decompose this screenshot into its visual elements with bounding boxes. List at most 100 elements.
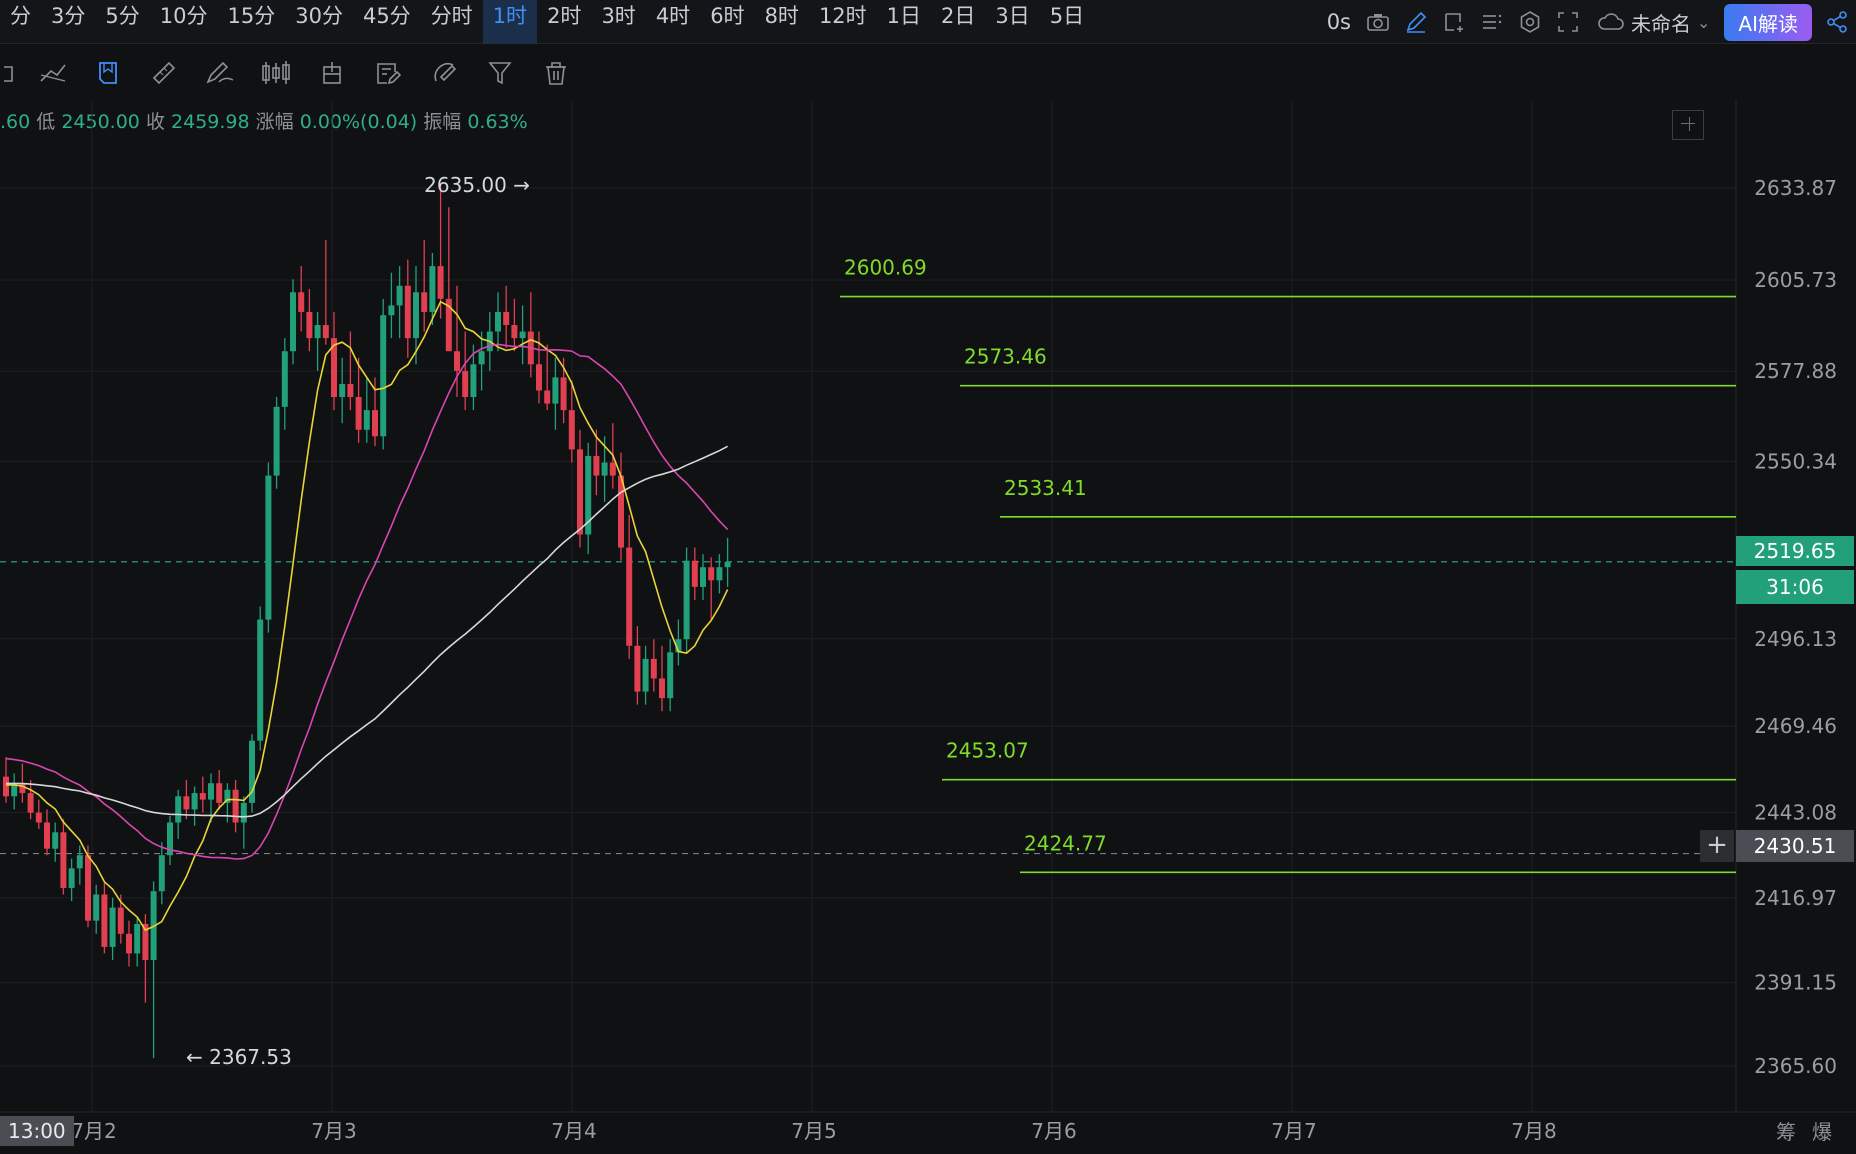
candle-body-50: [413, 292, 419, 339]
candle-body-51: [421, 292, 428, 312]
candle-body-35: [290, 292, 296, 352]
x-tick-label-2: 7月4: [551, 1119, 596, 1143]
add-alert-icon[interactable]: +: [1700, 830, 1734, 862]
candle-body-15: [126, 933, 132, 954]
candle-body-74: [609, 462, 616, 476]
candle-body-58: [478, 351, 485, 365]
candle-body-44: [363, 410, 370, 430]
x-tick-label-4: 7月6: [1031, 1119, 1076, 1143]
candle-body-80: [659, 678, 665, 699]
low-marker-label: ← 2367.53: [186, 1045, 292, 1069]
candle-body-46: [380, 315, 387, 437]
candle-body-78: [642, 658, 649, 692]
y-tick-label-5: 2469.46: [1754, 714, 1837, 738]
y-tick-label-3: 2550.34: [1754, 449, 1837, 473]
x-tick-label-5: 7月7: [1271, 1119, 1316, 1143]
level-label-4: 2424.77: [1024, 831, 1107, 855]
candle-body-86: [708, 567, 715, 581]
candle-body-73: [601, 462, 608, 476]
candle-body-72: [593, 455, 600, 476]
candle-body-19: [158, 855, 165, 892]
candle-body-42: [347, 383, 354, 398]
candle-body-70: [577, 449, 583, 535]
candle-body-10: [85, 855, 91, 921]
y-tick-label-7: 2416.97: [1754, 886, 1837, 910]
bar-countdown-tag: 31:06: [1736, 570, 1854, 604]
candle-body-88: [724, 561, 731, 568]
y-tick-label-4: 2496.13: [1754, 627, 1837, 651]
x-tick-label-3: 7月5: [791, 1119, 836, 1143]
price-chart[interactable]: 2633.87 2605.73 2577.88 2550.34 2496.13 2469.…: [0, 0, 1856, 1154]
candle-body-38: [314, 325, 321, 339]
candle-body-36: [298, 292, 305, 312]
y-tick-label-6: 2443.08: [1754, 800, 1837, 824]
candle-body-9: [76, 855, 83, 869]
candle-body-21: [175, 796, 182, 823]
candle-body-79: [650, 658, 657, 679]
candle-body-4: [35, 812, 42, 823]
y-tick-label-9: 2365.60: [1754, 1054, 1837, 1078]
candle-body-62: [511, 325, 518, 339]
level-label-1: 2573.46: [964, 345, 1047, 369]
x-tick-label-6: 7月8: [1511, 1119, 1556, 1143]
level-label-0: 2600.69: [844, 256, 927, 280]
y-tick-label-0: 2633.87: [1754, 176, 1837, 200]
candle-body-69: [568, 410, 575, 450]
candle-body-41: [339, 383, 346, 398]
y-tick-label-2: 2577.88: [1754, 359, 1837, 383]
candle-body-33: [273, 406, 280, 476]
candle-body-32: [265, 475, 272, 620]
candle-body-81: [667, 652, 674, 699]
bottom-right-labels: 筹爆: [1776, 1120, 1848, 1144]
x-tick-label-1: 7月3: [311, 1119, 356, 1143]
candle-body-48: [396, 285, 403, 306]
candle-body-65: [536, 364, 542, 391]
candle-body-28: [232, 789, 239, 823]
candle-body-43: [355, 397, 362, 430]
high-marker-label: 2635.00 →: [424, 173, 530, 197]
candle-body-60: [495, 311, 501, 332]
candle-body-37: [306, 311, 313, 339]
level-label-3: 2453.07: [946, 739, 1029, 763]
candle-body-6: [52, 832, 59, 849]
candle-body-57: [470, 364, 477, 398]
candle-body-5: [44, 822, 50, 849]
candle-body-85: [700, 567, 706, 587]
candle-body-67: [552, 377, 559, 404]
candle-body-55: [454, 351, 460, 371]
candle-body-63: [519, 331, 526, 339]
candle-body-3: [27, 793, 34, 813]
candle-body-25: [208, 783, 214, 800]
candle-body-49: [404, 285, 411, 339]
y-tick-label-8: 2391.15: [1754, 970, 1837, 994]
candle-body-84: [691, 560, 698, 587]
candle-body-16: [134, 923, 141, 954]
level-label-2: 2533.41: [1004, 476, 1087, 500]
candle-body-14: [117, 907, 124, 934]
candle-body-0: [3, 776, 9, 797]
candle-body-53: [437, 266, 444, 299]
candle-body-87: [716, 567, 723, 581]
crosshair-price-tag: 2430.51: [1736, 830, 1854, 862]
candle-body-77: [634, 645, 641, 692]
candle-body-76: [626, 547, 633, 646]
candle-body-83: [683, 560, 690, 640]
candle-body-31: [257, 619, 264, 741]
current-price-tag: 2519.65: [1736, 536, 1854, 566]
candle-body-8: [68, 868, 75, 888]
candle-body-12: [101, 894, 108, 947]
candle-body-61: [503, 311, 510, 326]
candle-body-11: [93, 894, 100, 921]
crosshair-date-tag: 13:00: [0, 1116, 74, 1146]
candle-body-2: [19, 783, 26, 794]
candle-body-39: [322, 325, 329, 339]
x-tick-label-0: 7月2: [71, 1119, 116, 1143]
candle-body-23: [191, 793, 198, 810]
candle-body-7: [60, 832, 67, 888]
candle-body-26: [216, 783, 223, 803]
candle-body-13: [109, 907, 116, 947]
candle-body-56: [462, 370, 469, 398]
candle-body-34: [281, 351, 288, 407]
candle-body-68: [560, 377, 567, 411]
candle-body-52: [429, 266, 436, 312]
